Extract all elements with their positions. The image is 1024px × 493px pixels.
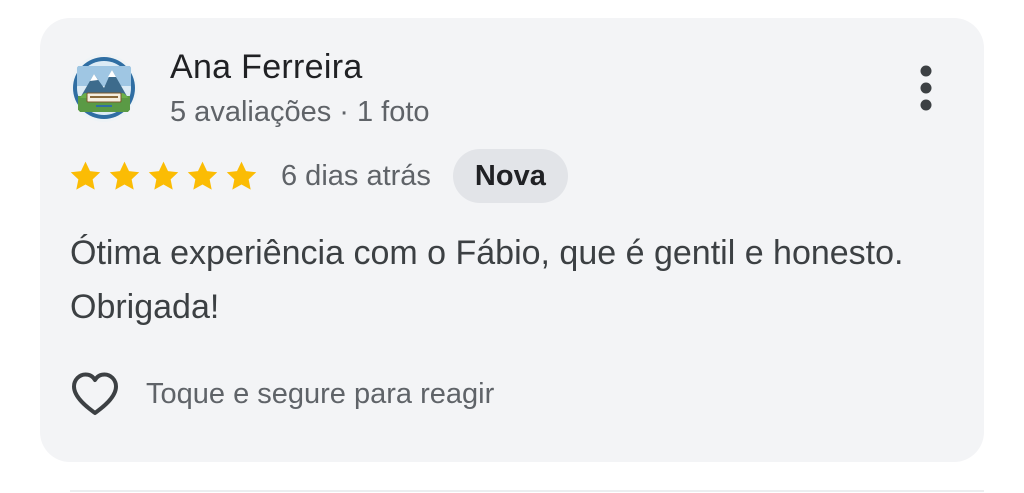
profile-avatar-icon[interactable] [70,54,138,122]
star-icon [70,161,101,190]
review-card: Ana Ferreira 5 avaliações · 1 foto 6 dia… [40,18,984,462]
react-hint: Toque e segure para reagir [146,377,495,410]
star-icon [187,161,218,190]
author-name[interactable]: Ana Ferreira [170,48,363,87]
author-meta: 5 avaliações · 1 foto [170,96,430,128]
review-time: 6 dias atrás [281,159,431,192]
heart-outline-icon[interactable] [68,369,122,419]
star-icon [226,161,257,190]
review-text: Ótima experiência com o Fábio, que é gen… [70,234,904,326]
react-button[interactable]: Toque e segure para reagir [68,366,494,422]
star-icon [109,161,140,190]
star-rating [68,159,263,194]
rating-row: 6 dias atrás Nova [68,148,568,204]
new-badge: Nova [452,149,568,203]
star-icon [148,161,179,190]
more-vert-icon[interactable] [906,62,946,118]
divider [70,490,984,492]
